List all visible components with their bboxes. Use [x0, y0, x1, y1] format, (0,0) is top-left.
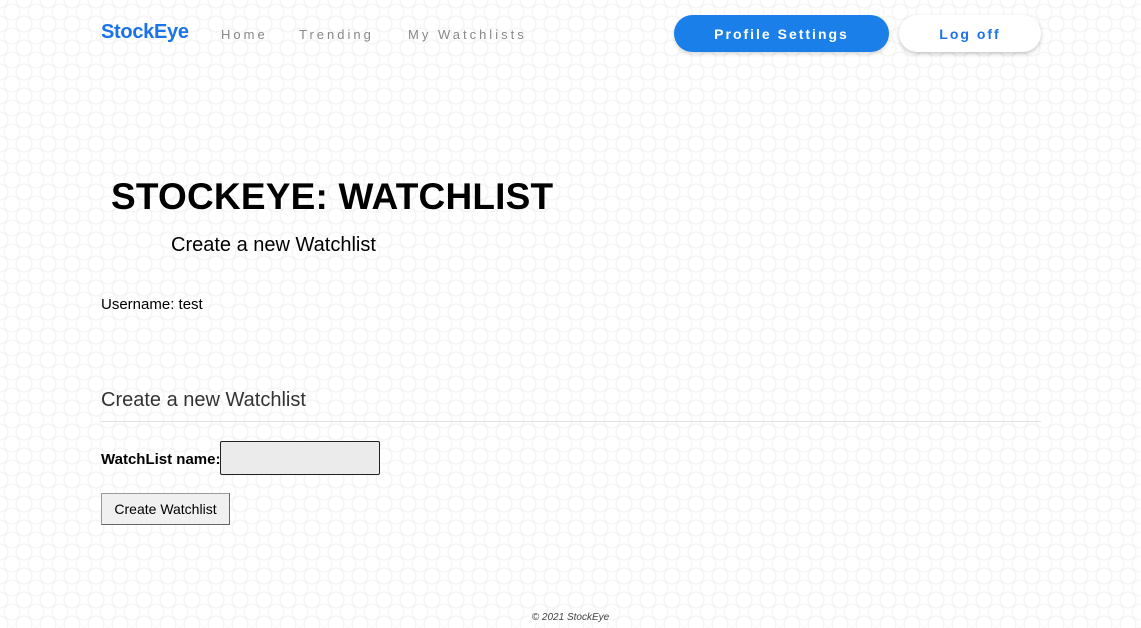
username-text: Username: test — [101, 296, 203, 313]
copyright-text: © 2021 StockEye — [531, 612, 610, 623]
footer: © 2021 StockEye — [0, 612, 1141, 623]
brand-logo-link[interactable]: StockEye — [101, 21, 189, 44]
watchlist-name-label: WatchList name: — [101, 451, 221, 468]
page-subtitle: Create a new Watchlist — [171, 234, 376, 256]
section-divider — [101, 421, 1041, 422]
watchlist-name-input[interactable] — [220, 441, 380, 475]
profile-settings-button[interactable]: Profile Settings — [674, 15, 889, 52]
log-off-button[interactable]: Log off — [899, 15, 1041, 52]
page-title: STOCKEYE: WATCHLIST — [111, 176, 554, 217]
create-watchlist-heading: Create a new Watchlist — [101, 389, 306, 411]
nav-link-my-watchlists[interactable]: My Watchlists — [408, 27, 527, 42]
nav-link-home[interactable]: Home — [221, 27, 268, 42]
create-watchlist-button[interactable]: Create Watchlist — [101, 493, 230, 525]
nav-link-trending[interactable]: Trending — [299, 27, 374, 42]
top-navbar: StockEye Home Trending My Watchlists Pro… — [0, 0, 1141, 66]
